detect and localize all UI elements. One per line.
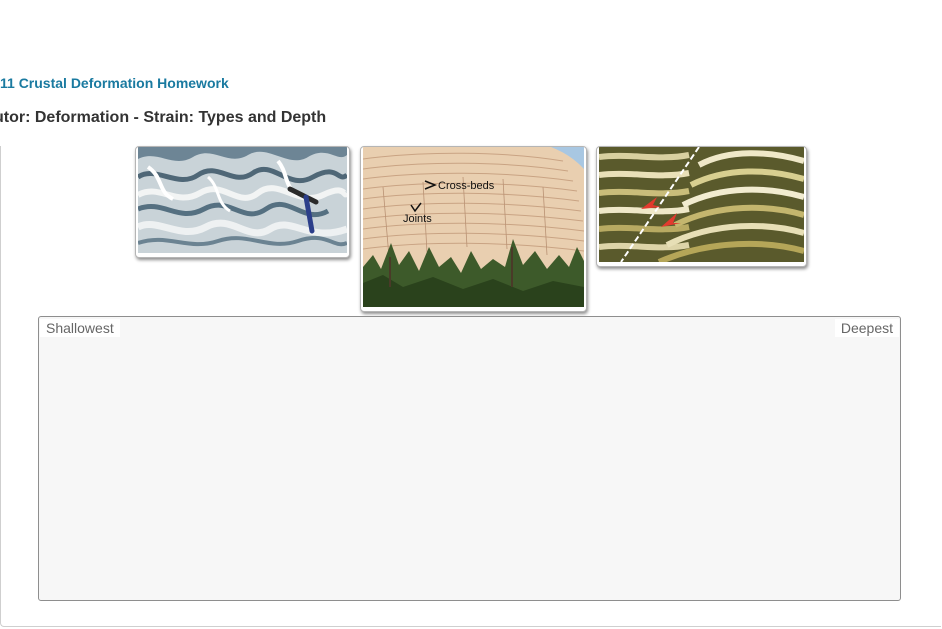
draggable-photo-sandstone-cliff[interactable]: Cross-beds Joints (360, 146, 587, 312)
deepest-label: Deepest (834, 319, 899, 337)
draggable-photo-folded-rock[interactable] (135, 146, 350, 258)
faulted-strata-image (599, 147, 804, 262)
depth-dropzone[interactable]: Shallowest Deepest (38, 316, 901, 601)
page: 11 Crustal Deformation Homework utor: De… (0, 0, 942, 629)
folded-rock-image (138, 147, 347, 253)
page-title: utor: Deformation - Strain: Types and De… (0, 109, 327, 126)
shallowest-label: Shallowest (40, 319, 120, 337)
breadcrumb-link[interactable]: 11 Crustal Deformation Homework (0, 75, 229, 91)
crossbeds-label: Cross-beds (438, 180, 495, 192)
sandstone-cliff-image: Cross-beds Joints (363, 147, 584, 307)
draggable-photo-faulted-strata[interactable] (596, 146, 807, 267)
joints-label: Joints (403, 213, 432, 225)
